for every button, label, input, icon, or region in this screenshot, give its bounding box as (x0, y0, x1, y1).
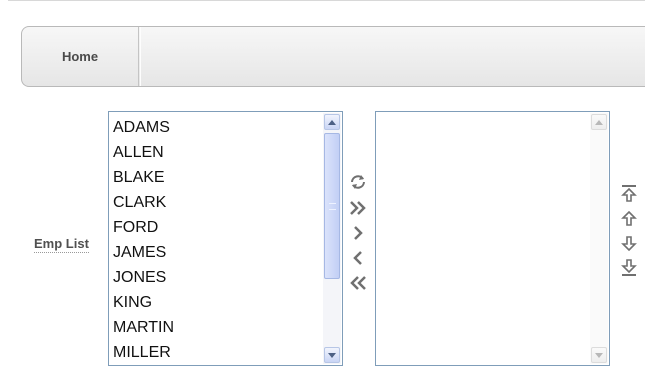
list-item[interactable]: JONES (113, 265, 322, 290)
chevron-up-icon (328, 119, 336, 125)
list-item[interactable]: CLARK (113, 190, 322, 215)
chevron-up-icon (595, 119, 603, 125)
scroll-thumb[interactable] (324, 133, 340, 279)
remove-button[interactable] (348, 248, 368, 268)
tab-bar: Home (21, 26, 645, 87)
available-scrollbar[interactable] (323, 113, 341, 364)
reset-button[interactable] (348, 172, 368, 192)
grip-icon (329, 203, 336, 210)
scroll-up-button[interactable] (591, 114, 607, 130)
selected-list[interactable] (375, 111, 610, 366)
selected-scrollbar[interactable] (590, 113, 608, 364)
tab-divider (140, 27, 141, 86)
move-up-button[interactable] (619, 209, 639, 229)
double-right-icon (350, 201, 366, 215)
chevron-down-icon (328, 352, 336, 358)
move-up-icon (621, 210, 637, 226)
double-left-icon (350, 276, 366, 290)
emp-list-label: Emp List (34, 236, 89, 253)
top-divider (8, 0, 645, 1)
move-bottom-button[interactable] (619, 257, 639, 277)
right-icon (354, 226, 363, 240)
remove-all-button[interactable] (348, 273, 368, 293)
tab-home-label: Home (61, 49, 99, 64)
scroll-down-button[interactable] (324, 347, 340, 363)
list-item[interactable]: ALLEN (113, 140, 322, 165)
available-list[interactable]: ADAMS ALLEN BLAKE CLARK FORD JAMES JONES… (108, 111, 343, 366)
reset-icon (351, 175, 365, 189)
move-top-icon (621, 185, 637, 202)
tab-home[interactable]: Home (22, 27, 139, 86)
list-item[interactable]: MARTIN (113, 315, 322, 340)
move-down-icon (621, 236, 637, 252)
scroll-up-button[interactable] (324, 114, 340, 130)
list-item[interactable]: BLAKE (113, 165, 322, 190)
left-icon (353, 251, 362, 265)
list-item[interactable]: KING (113, 290, 322, 315)
move-button[interactable] (348, 223, 368, 243)
scroll-down-button[interactable] (591, 347, 607, 363)
list-item[interactable]: MILLER (113, 340, 322, 365)
move-bottom-icon (621, 259, 637, 276)
chevron-down-icon (595, 352, 603, 358)
move-all-button[interactable] (348, 198, 368, 218)
list-item[interactable]: FORD (113, 215, 322, 240)
move-down-button[interactable] (619, 233, 639, 253)
move-top-button[interactable] (619, 184, 639, 204)
available-items: ADAMS ALLEN BLAKE CLARK FORD JAMES JONES… (113, 115, 322, 365)
list-item[interactable]: JAMES (113, 240, 322, 265)
list-item[interactable]: ADAMS (113, 115, 322, 140)
